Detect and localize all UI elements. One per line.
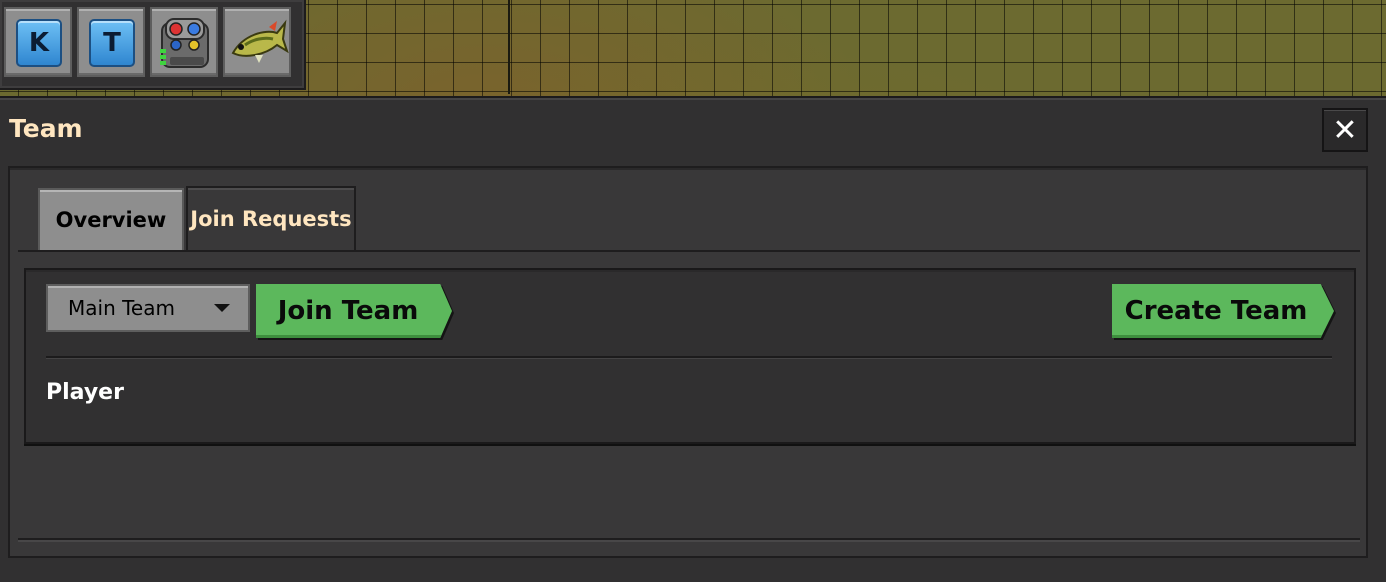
key-t-icon: T (89, 19, 135, 67)
tab-underline (18, 250, 1360, 252)
player-name: Player (46, 380, 124, 405)
shortcut-bar: K T (0, 0, 306, 90)
fish-icon (231, 19, 289, 63)
join-team-button[interactable]: Join Team (256, 284, 452, 338)
tab-join-requests[interactable]: Join Requests (186, 186, 356, 250)
shortcut-slot-fish[interactable] (223, 7, 291, 77)
tabbed-pane: Overview Join Requests Main Team Join Te… (8, 166, 1368, 558)
chevron-down-icon (214, 304, 230, 312)
chunk-boundary-line (508, 0, 510, 94)
shortcut-slot-k[interactable]: K (4, 7, 72, 77)
shortcut-slot-combinator[interactable] (150, 7, 218, 77)
team-content-panel: Main Team Join Team Create Team Player (24, 268, 1356, 444)
combinator-icon (160, 18, 209, 68)
shortcut-slot-t[interactable]: T (77, 7, 145, 77)
window-title: Team (9, 114, 83, 143)
team-dropdown[interactable]: Main Team (46, 284, 250, 332)
create-team-button[interactable]: Create Team (1112, 284, 1334, 338)
close-button[interactable]: ✕ (1322, 108, 1368, 152)
team-dropdown-value: Main Team (68, 296, 175, 320)
tab-overview[interactable]: Overview (38, 188, 184, 250)
team-window: Team ✕ Overview Join Requests Main Team … (0, 96, 1386, 582)
close-icon: ✕ (1332, 112, 1358, 148)
key-k-icon: K (16, 19, 62, 67)
bottom-divider (18, 538, 1360, 540)
divider (46, 356, 1332, 358)
